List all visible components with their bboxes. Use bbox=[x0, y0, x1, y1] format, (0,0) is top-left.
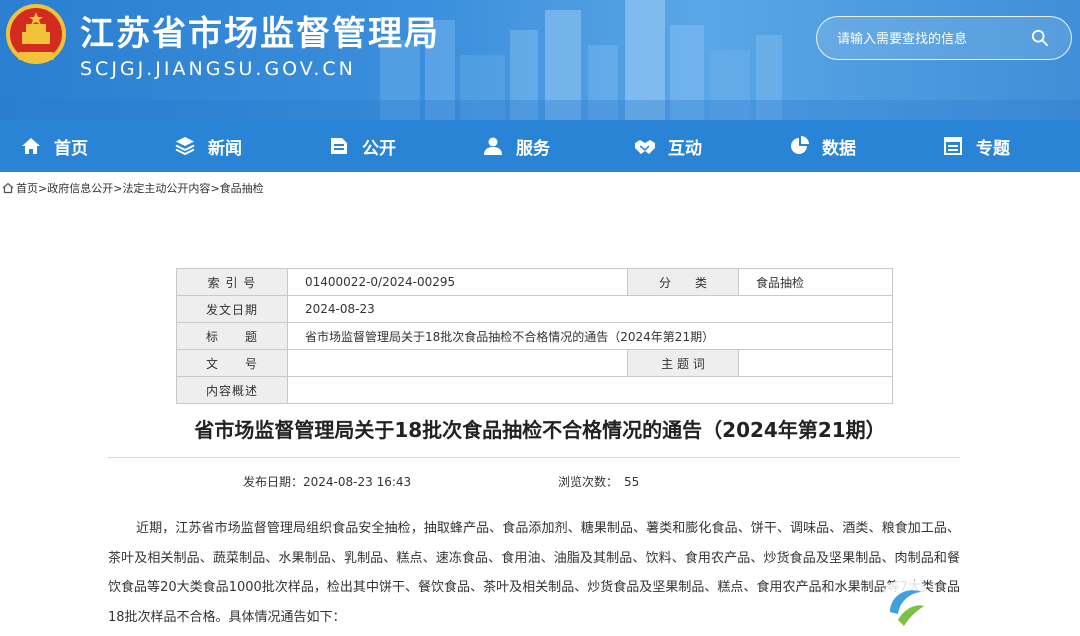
nav-label: 服务 bbox=[516, 138, 550, 159]
publish-value: 2024-08-23 16:43 bbox=[303, 475, 412, 489]
nav-label: 公开 bbox=[362, 138, 396, 159]
publish-date: 发布日期：2024-08-23 16:43 bbox=[243, 473, 411, 490]
main-nav: 首页 新闻 公开 服务 互动 数据 专题 bbox=[0, 120, 1080, 172]
breadcrumb-separator: > bbox=[113, 181, 123, 195]
keywords-label: 主 题 词 bbox=[627, 349, 739, 377]
date-label: 发文日期 bbox=[176, 295, 288, 323]
nav-label: 首页 bbox=[54, 138, 88, 159]
nav-item-home[interactable]: 首页 bbox=[20, 120, 88, 172]
index-value: 01400022-0/2024-00295 bbox=[287, 268, 628, 296]
nav-label: 新闻 bbox=[208, 138, 242, 159]
document-metadata-table: 索 引 号 01400022-0/2024-00295 分 类 食品抽检 发文日… bbox=[176, 268, 893, 404]
docno-value bbox=[287, 349, 628, 377]
view-count: 浏览次数： 55 bbox=[558, 473, 639, 490]
search-icon[interactable] bbox=[1031, 29, 1049, 47]
category-value: 食品抽检 bbox=[738, 268, 893, 296]
search-input[interactable] bbox=[837, 28, 1027, 50]
date-value: 2024-08-23 bbox=[287, 295, 893, 323]
index-label: 索 引 号 bbox=[176, 268, 288, 296]
calendar-icon bbox=[944, 137, 962, 155]
keywords-value bbox=[738, 349, 893, 377]
open-icon bbox=[331, 138, 347, 154]
views-label: 浏览次数： bbox=[558, 475, 619, 489]
layers-icon bbox=[175, 137, 195, 156]
header-banner: 江苏省市场监督管理局 SCJGJ.JIANGSU.GOV.CN bbox=[0, 0, 1080, 120]
national-emblem-icon bbox=[6, 4, 66, 64]
site-title[interactable]: 江苏省市场监督管理局 bbox=[80, 6, 440, 55]
article-body: 近期，江苏省市场监督管理局组织食品安全抽检，抽取蜂产品、食品添加剂、糖果制品、薯… bbox=[108, 521, 960, 625]
home-icon bbox=[2, 182, 14, 194]
title-divider bbox=[108, 457, 960, 458]
title-value: 省市场监督管理局关于18批次食品抽检不合格情况的通告（2024年第21期） bbox=[287, 322, 893, 350]
handshake-icon bbox=[635, 140, 655, 154]
title-label: 标 题 bbox=[176, 322, 288, 350]
search-box bbox=[816, 16, 1072, 60]
publish-label: 发布日期： bbox=[243, 475, 304, 489]
nav-label: 数据 bbox=[822, 138, 856, 159]
docno-label: 文 号 bbox=[176, 349, 288, 377]
breadcrumb: 首页 > 政府信息公开 > 法定主动公开内容 > 食品抽检 bbox=[2, 180, 264, 196]
nav-label: 专题 bbox=[976, 138, 1010, 159]
nav-item-data[interactable]: 数据 bbox=[788, 120, 856, 172]
nav-item-open[interactable]: 公开 bbox=[328, 120, 396, 172]
breadcrumb-link-statutory[interactable]: 法定主动公开内容 bbox=[122, 180, 210, 196]
breadcrumb-separator: > bbox=[210, 181, 220, 195]
summary-label: 内容概述 bbox=[176, 376, 288, 404]
nav-item-topics[interactable]: 专题 bbox=[942, 120, 1010, 172]
breadcrumb-link-home[interactable]: 首页 bbox=[16, 180, 38, 196]
views-value: 55 bbox=[624, 475, 640, 489]
category-label: 分 类 bbox=[627, 268, 739, 296]
summary-value bbox=[287, 376, 893, 404]
nav-label: 互动 bbox=[668, 138, 702, 159]
site-url: SCJGJ.JIANGSU.GOV.CN bbox=[80, 58, 356, 80]
watermark-logo-icon bbox=[879, 579, 933, 633]
nav-item-service[interactable]: 服务 bbox=[482, 120, 550, 172]
nav-item-news[interactable]: 新闻 bbox=[174, 120, 242, 172]
breadcrumb-link-gov-info[interactable]: 政府信息公开 bbox=[47, 180, 113, 196]
article-title: 省市场监督管理局关于18批次食品抽检不合格情况的通告（2024年第21期） bbox=[194, 418, 886, 442]
pie-chart-icon bbox=[791, 136, 809, 154]
people-icon bbox=[484, 137, 502, 155]
breadcrumb-link-food-inspection[interactable]: 食品抽检 bbox=[220, 180, 264, 196]
breadcrumb-separator: > bbox=[38, 181, 48, 195]
nav-item-interact[interactable]: 互动 bbox=[634, 120, 702, 172]
home-icon bbox=[22, 138, 40, 154]
